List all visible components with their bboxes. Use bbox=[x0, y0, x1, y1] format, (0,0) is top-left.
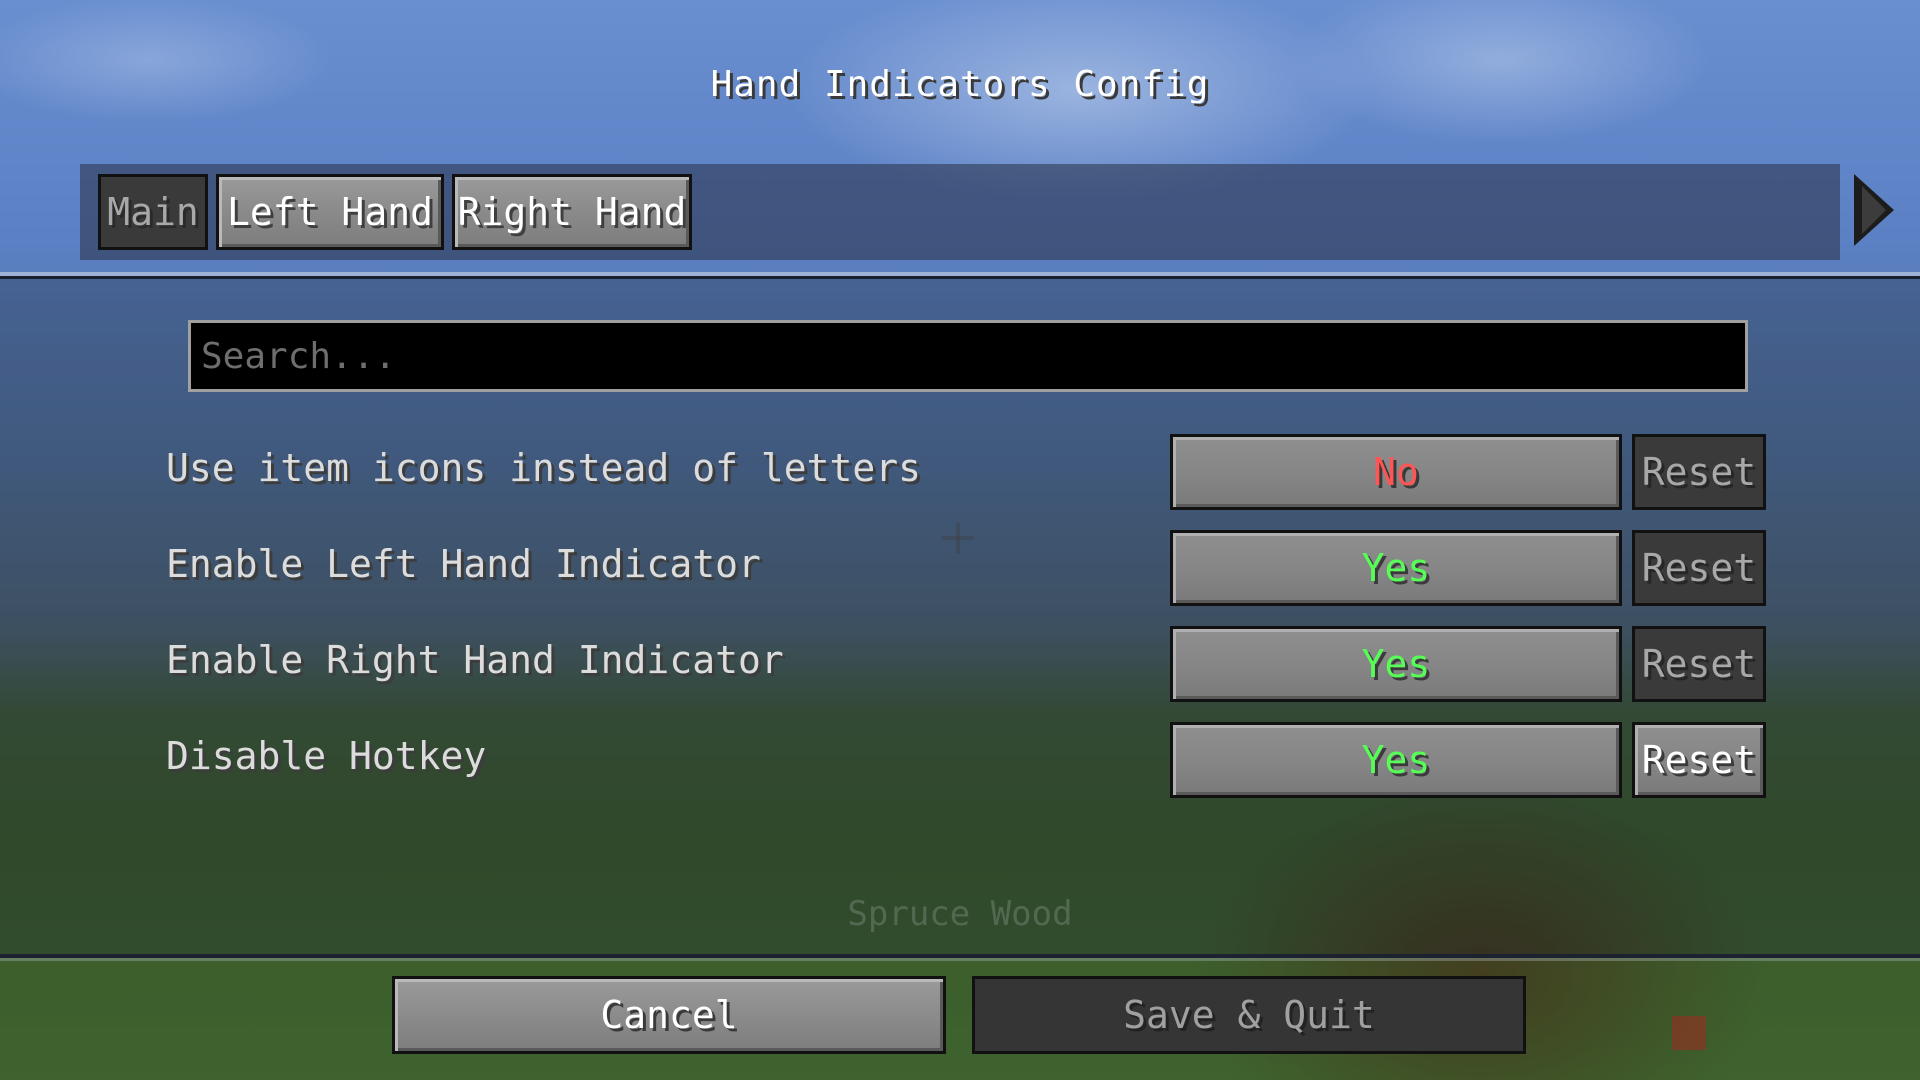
option-label-use-item-icons: Use item icons instead of letters bbox=[166, 446, 921, 490]
footer-divider bbox=[0, 954, 1920, 958]
option-label-disable-hotkey: Disable Hotkey bbox=[166, 734, 487, 778]
option-label-enable-left-hand: Enable Left Hand Indicator bbox=[166, 542, 761, 586]
reset-button-enable-right-hand[interactable]: Reset bbox=[1632, 626, 1766, 702]
option-label-enable-right-hand: Enable Right Hand Indicator bbox=[166, 638, 784, 682]
right-arrow-icon-inner bbox=[1862, 186, 1886, 234]
option-toggle-use-item-icons[interactable]: No bbox=[1170, 434, 1622, 510]
save-and-quit-button[interactable]: Save & Quit bbox=[972, 976, 1526, 1054]
search-input[interactable] bbox=[188, 320, 1748, 392]
option-toggle-enable-left-hand[interactable]: Yes bbox=[1170, 530, 1622, 606]
footer bbox=[0, 958, 1920, 1080]
reset-button-enable-left-hand[interactable]: Reset bbox=[1632, 530, 1766, 606]
hotbar-item-icon bbox=[1672, 1016, 1706, 1050]
tab-right-hand[interactable]: Right Hand bbox=[452, 174, 692, 250]
background-item-caption: Spruce Wood bbox=[847, 894, 1073, 934]
page-title: Hand Indicators Config bbox=[710, 64, 1210, 105]
tab-left-hand[interactable]: Left Hand bbox=[216, 174, 444, 250]
tab-main[interactable]: Main bbox=[98, 174, 208, 250]
cancel-button[interactable]: Cancel bbox=[392, 976, 946, 1054]
option-toggle-disable-hotkey[interactable]: Yes bbox=[1170, 722, 1622, 798]
reset-button-disable-hotkey[interactable]: Reset bbox=[1632, 722, 1766, 798]
crosshair-icon-vertical bbox=[956, 522, 960, 554]
reset-button-use-item-icons[interactable]: Reset bbox=[1632, 434, 1766, 510]
option-toggle-enable-right-hand[interactable]: Yes bbox=[1170, 626, 1622, 702]
